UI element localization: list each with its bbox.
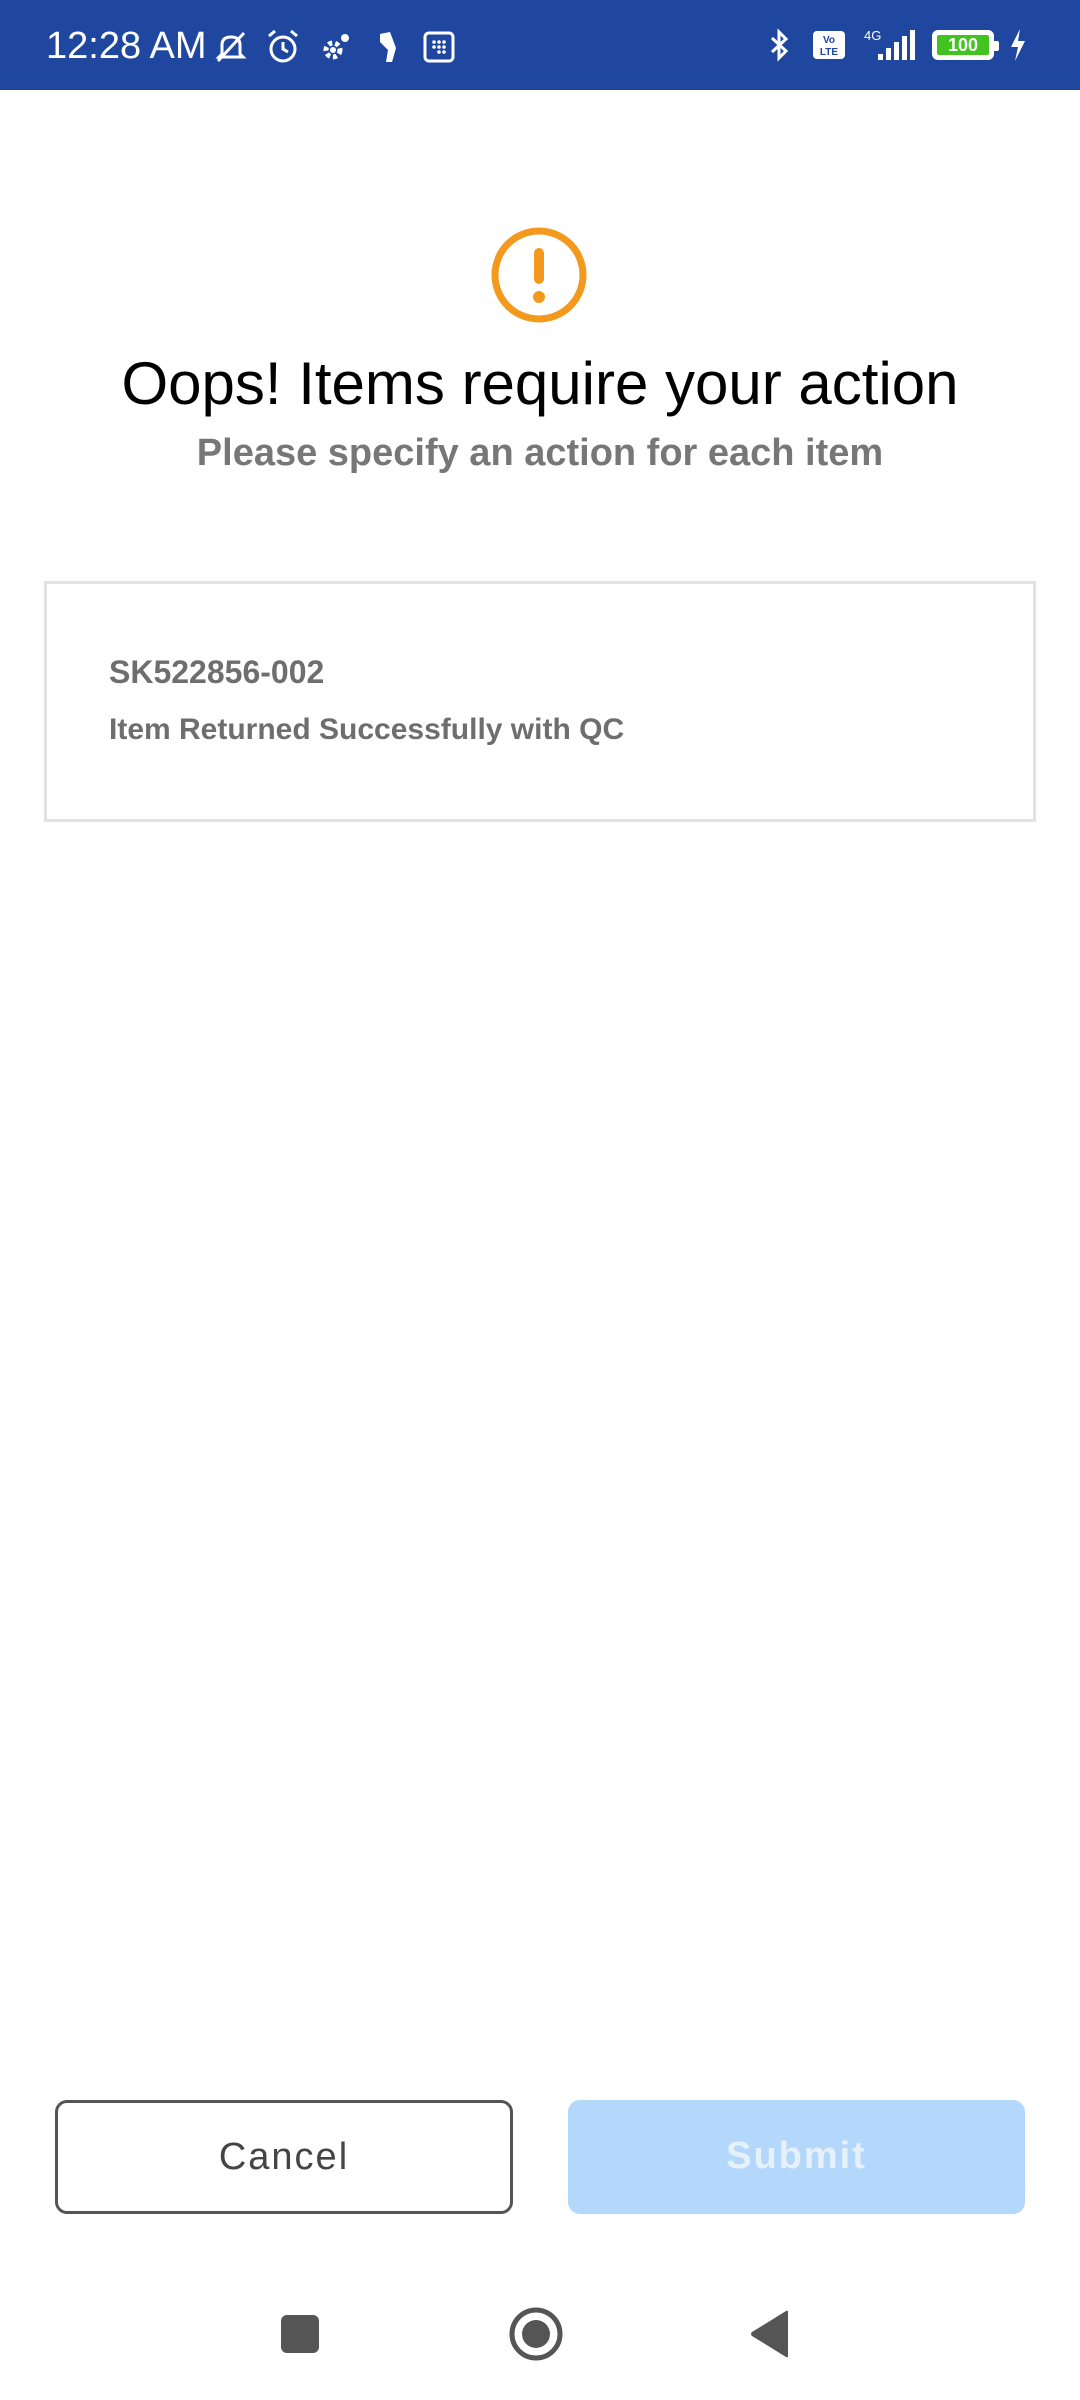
back-icon[interactable] xyxy=(748,2308,792,2360)
item-sku: SK522856-002 xyxy=(109,654,325,690)
home-icon[interactable] xyxy=(508,2306,564,2362)
battery-level: 100 xyxy=(937,35,989,55)
status-bar: 12:28 AM Vo LTE 4G 100 xyxy=(0,0,1080,90)
bluetooth-icon xyxy=(760,26,798,64)
grid-app-icon xyxy=(420,28,458,66)
submit-button[interactable]: Submit xyxy=(568,2100,1025,2214)
cancel-button[interactable]: Cancel xyxy=(55,2100,513,2214)
svg-text:Vo: Vo xyxy=(823,35,835,46)
network-type: 4G xyxy=(864,28,881,43)
warning-icon xyxy=(491,227,587,323)
signal-icon: 4G xyxy=(860,26,920,64)
recent-apps-icon[interactable] xyxy=(281,2315,319,2353)
svg-text:LTE: LTE xyxy=(820,47,838,58)
dialog-subtitle: Please specify an action for each item xyxy=(196,432,884,474)
battery-icon: 100 xyxy=(932,30,999,60)
status-time: 12:28 AM xyxy=(46,25,207,67)
alarm-icon xyxy=(264,28,302,66)
charging-icon xyxy=(1006,26,1030,64)
mute-icon xyxy=(212,28,250,66)
status-right-icons: Vo LTE 4G 100 xyxy=(760,26,1030,64)
item-status: Item Returned Successfully with QC xyxy=(109,713,625,746)
item-card[interactable]: SK522856-002 Item Returned Successfully … xyxy=(44,581,1036,822)
settings-icon xyxy=(316,28,354,66)
volte-icon: Vo LTE xyxy=(810,26,848,64)
status-left-icons xyxy=(212,28,458,66)
app-icon xyxy=(368,28,406,66)
dialog-title: Oops! Items require your action xyxy=(121,350,959,417)
